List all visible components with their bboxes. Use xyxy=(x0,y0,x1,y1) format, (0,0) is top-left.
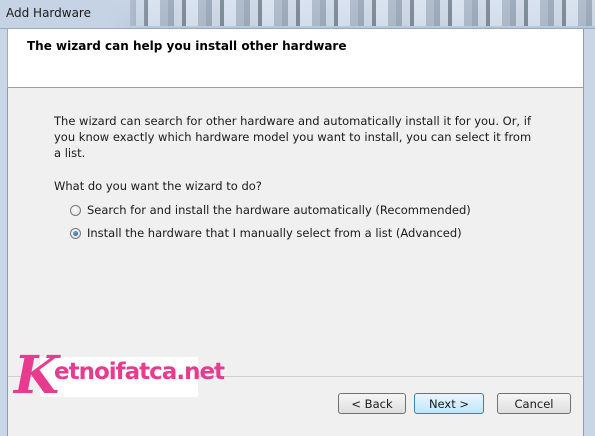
window-frame-left xyxy=(0,29,8,436)
back-button[interactable]: < Back xyxy=(338,393,406,414)
cancel-button[interactable]: Cancel xyxy=(497,393,571,414)
radio-button-selected-icon[interactable] xyxy=(70,227,81,239)
description-text: The wizard can search for other hardware… xyxy=(54,114,532,160)
watermark-text: etnoifatca.net xyxy=(54,359,225,385)
radio-manual-select[interactable]: Install the hardware that I manually sel… xyxy=(70,226,462,240)
watermark-logo: K etnoifatca.net xyxy=(14,349,225,403)
wizard-header: The wizard can help you install other ha… xyxy=(7,29,583,88)
next-button[interactable]: Next > xyxy=(414,393,484,414)
radio-search-automatically[interactable]: Search for and install the hardware auto… xyxy=(70,203,471,217)
background-strip xyxy=(130,0,595,26)
window-title: Add Hardware xyxy=(6,6,91,20)
title-bar: Add Hardware xyxy=(0,0,595,29)
radio-button-icon[interactable] xyxy=(70,204,81,216)
page-title: The wizard can help you install other ha… xyxy=(27,39,347,53)
question-label: What do you want the wizard to do? xyxy=(54,179,262,193)
window-frame-right xyxy=(583,29,595,436)
radio-label: Search for and install the hardware auto… xyxy=(87,203,471,217)
radio-label: Install the hardware that I manually sel… xyxy=(87,226,462,240)
